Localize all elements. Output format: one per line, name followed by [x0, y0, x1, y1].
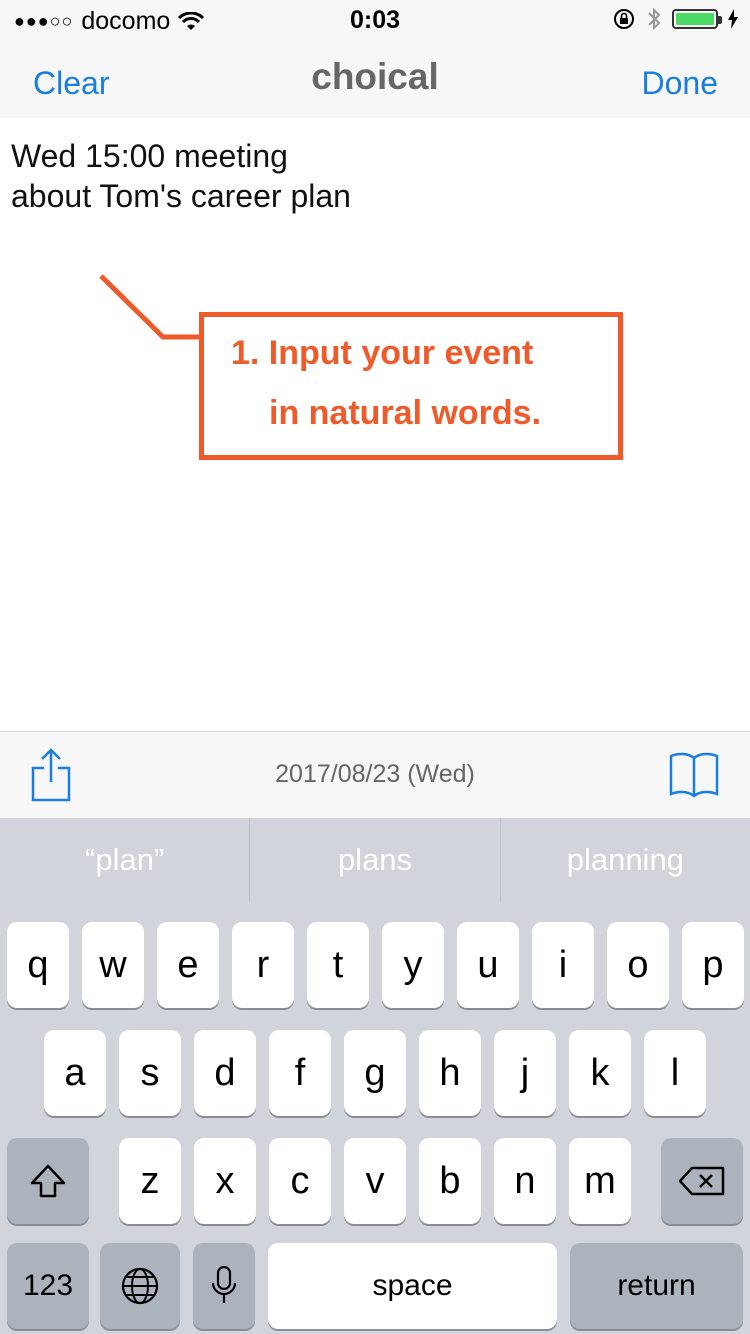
key-f[interactable]: f	[269, 1030, 331, 1116]
key-w[interactable]: w	[82, 922, 144, 1008]
page-title: choical	[311, 56, 439, 97]
key-h[interactable]: h	[419, 1030, 481, 1116]
book-icon[interactable]	[668, 750, 720, 798]
backspace-icon	[678, 1166, 725, 1196]
key-g[interactable]: g	[344, 1030, 406, 1116]
globe-icon	[121, 1267, 159, 1305]
key-j[interactable]: j	[494, 1030, 556, 1116]
event-text-input[interactable]: Wed 15:00 meeting about Tom's career pla…	[11, 136, 731, 216]
dictation-key[interactable]	[193, 1243, 255, 1329]
shift-icon	[30, 1164, 66, 1198]
callout-text: 1. Input your event in natural words.	[231, 323, 611, 443]
key-k[interactable]: k	[569, 1030, 631, 1116]
key-t[interactable]: t	[307, 922, 369, 1008]
bluetooth-icon	[648, 7, 661, 31]
return-key[interactable]: return	[570, 1243, 743, 1329]
suggestion-bar: “plan” plans planning	[0, 818, 750, 902]
globe-key[interactable]	[100, 1243, 180, 1329]
charging-icon	[728, 9, 738, 29]
key-c[interactable]: c	[269, 1138, 331, 1224]
status-right	[612, 6, 738, 32]
editor-line-1: Wed 15:00 meeting	[11, 138, 288, 174]
key-o[interactable]: o	[607, 922, 669, 1008]
key-y[interactable]: y	[382, 922, 444, 1008]
key-u[interactable]: u	[457, 922, 519, 1008]
key-i[interactable]: i	[532, 922, 594, 1008]
key-s[interactable]: s	[119, 1030, 181, 1116]
key-p[interactable]: p	[682, 922, 744, 1008]
suggestion-1[interactable]: “plan”	[0, 818, 249, 902]
battery-icon	[672, 9, 722, 29]
key-q[interactable]: q	[7, 922, 69, 1008]
numbers-key[interactable]: 123	[7, 1243, 89, 1329]
date-label[interactable]: 2017/08/23 (Wed)	[0, 760, 750, 789]
delete-key[interactable]	[661, 1138, 743, 1224]
key-r[interactable]: r	[232, 922, 294, 1008]
key-x[interactable]: x	[194, 1138, 256, 1224]
editor-line-2: about Tom's career plan	[11, 178, 351, 214]
suggestion-3[interactable]: planning	[501, 818, 750, 902]
key-v[interactable]: v	[344, 1138, 406, 1224]
shift-key[interactable]	[7, 1138, 89, 1224]
key-b[interactable]: b	[419, 1138, 481, 1224]
suggestion-2[interactable]: plans	[250, 818, 499, 902]
navigation-bar: Clear choical Done	[0, 40, 750, 118]
key-e[interactable]: e	[157, 922, 219, 1008]
key-m[interactable]: m	[569, 1138, 631, 1224]
callout-line-1: 1. Input your event	[231, 334, 534, 372]
callout-line-2: in natural words.	[269, 394, 542, 432]
bottom-toolbar: 2017/08/23 (Wed)	[0, 731, 750, 819]
key-a[interactable]: a	[44, 1030, 106, 1116]
rotation-lock-icon	[614, 9, 634, 29]
key-l[interactable]: l	[644, 1030, 706, 1116]
key-z[interactable]: z	[119, 1138, 181, 1224]
keyboard: “plan” plans planning q w e r t y u i o …	[0, 818, 750, 1334]
space-key[interactable]: space	[268, 1243, 557, 1329]
microphone-icon	[211, 1265, 237, 1303]
key-d[interactable]: d	[194, 1030, 256, 1116]
key-n[interactable]: n	[494, 1138, 556, 1224]
done-button[interactable]: Done	[642, 65, 719, 102]
status-bar: ●●●○○ docomo 0:03	[0, 0, 750, 40]
